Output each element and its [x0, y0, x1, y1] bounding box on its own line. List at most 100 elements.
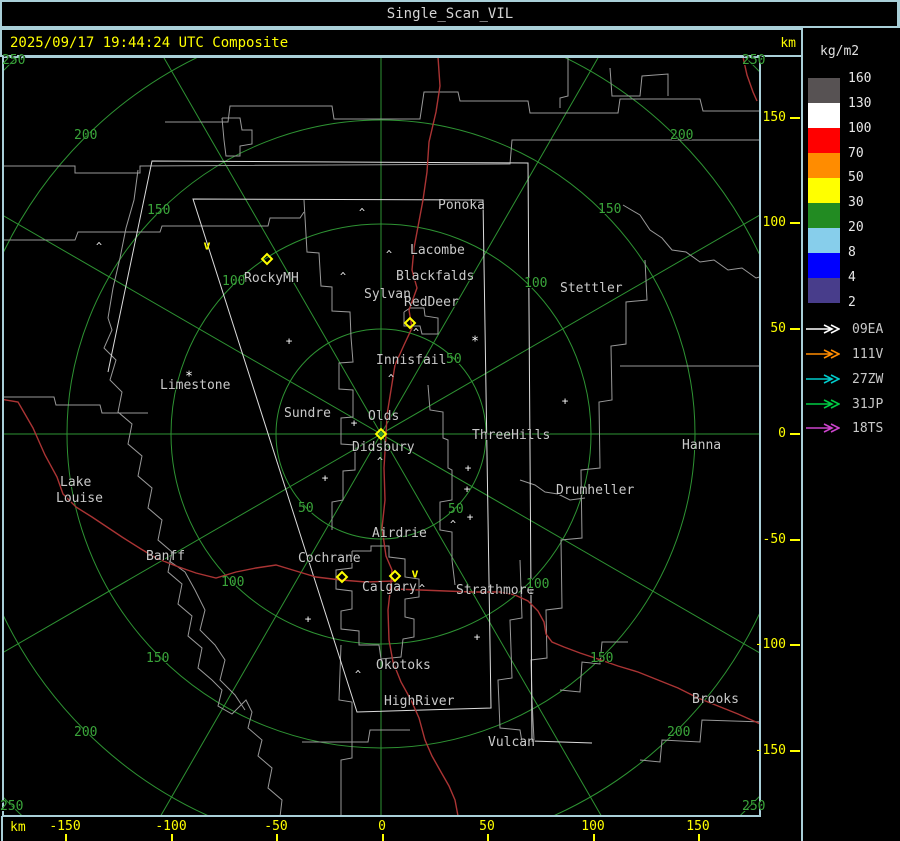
bottom-axis-tick-label: 0	[358, 820, 406, 841]
city-label: Olds	[368, 409, 400, 424]
legend-units-label: kg/m2	[820, 44, 860, 59]
city-label: Drumheller	[556, 483, 635, 498]
map-marker-icon: ^	[354, 669, 362, 681]
city-label: Blackfalds	[396, 269, 475, 284]
bottom-axis-tick-label: 100	[569, 820, 617, 841]
legend-value-label: 50	[848, 170, 864, 185]
right-axis-tick-label: 100	[746, 215, 800, 230]
map-marker-icon: ^	[387, 373, 395, 385]
city-label: Calgary	[362, 580, 417, 595]
city-label: Lake	[60, 475, 92, 490]
map-marker-icon: v	[203, 238, 211, 253]
legend-value-label: 4	[848, 270, 856, 285]
timestamp-label: 2025/09/17 19:44:24 UTC Composite	[10, 34, 289, 51]
city-label: ThreeHills	[472, 428, 551, 443]
station-label: 31JP	[852, 396, 884, 412]
city-label: Airdrie	[372, 526, 427, 541]
map-marker-icon: +	[321, 471, 329, 485]
range-ring-label: 250	[742, 53, 766, 68]
station-label: 09EA	[852, 321, 884, 337]
right-axis-tick-label: 0	[746, 426, 800, 441]
station-row: 111V	[806, 346, 883, 362]
map-marker-icon: ^	[449, 519, 457, 531]
city-label: Okotoks	[376, 658, 431, 673]
header-bar: 2025/09/17 19:44:24 UTC Composite	[0, 28, 803, 57]
station-arrow-icon	[806, 399, 840, 409]
station-row: 27ZW	[806, 371, 883, 387]
city-label: Hanna	[682, 438, 722, 453]
bottom-axis-unit-label: km	[10, 820, 26, 835]
station-arrow-icon	[806, 374, 840, 384]
station-label: 18TS	[852, 420, 884, 436]
legend-color-box	[808, 278, 840, 303]
station-row: 31JP	[806, 396, 883, 412]
city-label: HighRiver	[384, 694, 455, 709]
map-marker-icon: +	[466, 510, 474, 524]
city-label: Vulcan	[488, 735, 535, 750]
title-bar: Single_Scan_VIL	[0, 0, 900, 28]
map-marker-icon: v	[411, 566, 419, 581]
map-marker-icon: +	[463, 482, 471, 496]
station-arrow-icon	[806, 324, 840, 334]
city-label: Limestone	[160, 378, 231, 393]
map-marker-icon: ^	[376, 456, 384, 468]
city-label: Banff	[146, 549, 186, 564]
city-label: Ponoka	[438, 198, 485, 213]
map-marker-icon: ^	[358, 207, 366, 219]
map-marker-icon: +	[285, 334, 293, 348]
range-ring-label: 200	[74, 725, 98, 740]
range-ring-label: 150	[147, 203, 171, 218]
right-axis-tick-label: -100	[746, 637, 800, 652]
range-ring-label: 50	[446, 352, 462, 367]
range-ring-label: 50	[298, 501, 314, 516]
bottom-axis-tick-label: 50	[463, 820, 511, 841]
legend-value-label: 8	[848, 245, 856, 260]
map-marker-icon: ^	[339, 271, 347, 283]
city-label: RedDeer	[404, 295, 459, 310]
legend-value-label: 2	[848, 295, 856, 310]
map-marker-icon: *	[185, 369, 193, 385]
map-marker-icon: ^	[95, 241, 103, 253]
map-marker-icon: *	[471, 334, 479, 350]
right-axis-tick-label: 150	[746, 110, 800, 125]
legend-color-box	[808, 228, 840, 253]
legend-color-box	[808, 78, 840, 103]
map-marker-icon: ^	[412, 327, 420, 339]
range-ring-label: 100	[222, 274, 246, 289]
legend-color-box	[808, 203, 840, 228]
range-ring-label: 150	[598, 202, 622, 217]
range-ring-label: 100	[221, 575, 245, 590]
legend-color-box	[808, 253, 840, 278]
map-marker-icon: +	[350, 416, 358, 430]
legend-color-box	[808, 128, 840, 153]
legend-value-label: 160	[848, 71, 872, 86]
bottom-axis-tick-label: -150	[41, 820, 89, 841]
city-label: Brooks	[692, 692, 739, 707]
legend-color-box	[808, 153, 840, 178]
city-label: Stettler	[560, 281, 623, 296]
legend-value-label: 70	[848, 146, 864, 161]
station-label: 27ZW	[852, 371, 884, 387]
map-marker-icon: +	[473, 630, 481, 644]
city-label: RockyMH	[244, 271, 299, 286]
radar-map-canvas[interactable]	[0, 0, 900, 841]
legend-color-box	[808, 178, 840, 203]
city-label: Didsbury	[352, 440, 415, 455]
map-marker-icon: +	[304, 612, 312, 626]
right-axis-tick-label: -50	[746, 532, 800, 547]
station-arrow-icon	[806, 423, 840, 433]
range-rings	[4, 58, 760, 815]
right-axis-tick-label: 50	[746, 321, 800, 336]
bottom-axis-tick-label: 150	[674, 820, 722, 841]
station-row: 18TS	[806, 420, 883, 436]
range-ring-label: 200	[74, 128, 98, 143]
range-ring-label: 250	[2, 53, 26, 68]
city-label: Louise	[56, 491, 103, 506]
page-title: Single_Scan_VIL	[386, 6, 514, 22]
legend-value-label: 20	[848, 220, 864, 235]
range-ring-label: 150	[146, 651, 170, 666]
city-label: Cochrane	[298, 551, 361, 566]
map-marker-icon: +	[464, 461, 472, 475]
station-row: 09EA	[806, 321, 883, 337]
bottom-axis-tick-label: -50	[252, 820, 300, 841]
